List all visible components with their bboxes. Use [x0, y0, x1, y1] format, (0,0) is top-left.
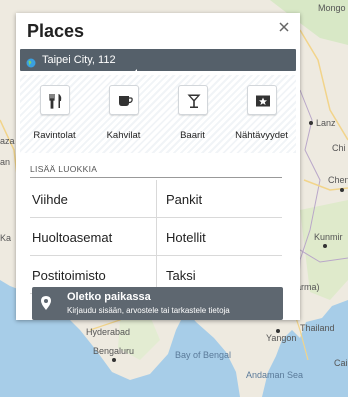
- banner-subtitle: Kirjaudu sisään, arvostele tai tarkastel…: [67, 306, 230, 315]
- more-categories-row: Huoltoasemat Hotellit: [30, 218, 282, 256]
- map-label: Thailand: [300, 323, 335, 333]
- map-label: an: [0, 157, 11, 167]
- map-label: Yangon: [266, 333, 297, 343]
- attractions-icon: [247, 85, 277, 115]
- page-title: Places: [27, 21, 85, 41]
- map-label: Lanz: [316, 118, 336, 128]
- city-dot: [276, 329, 280, 333]
- bar-icon: [178, 85, 208, 115]
- sign-in-banner[interactable]: Oletko paikassa Kirjaudu sisään, arvoste…: [32, 287, 283, 320]
- category-label: Baarit: [180, 130, 205, 141]
- map-label: Mongo: [318, 3, 346, 13]
- map-label: Andaman Sea: [246, 370, 304, 380]
- globe-icon: [26, 55, 36, 68]
- more-categories-header: LISÄÄ LUOKKIA: [30, 164, 282, 178]
- city-dot: [309, 121, 313, 125]
- map-label: Cai: [334, 358, 348, 368]
- places-panel: Places Taipei City, 112 Ravintolat Kahvi…: [16, 13, 300, 320]
- category-label: Nähtävyydet: [235, 130, 288, 141]
- city-dot: [340, 188, 344, 192]
- dropdown-corner-icon: [131, 62, 137, 75]
- panel-header: Places: [16, 13, 300, 43]
- map-label: Bay of Bengal: [175, 350, 232, 360]
- map-label: Hyderabad: [86, 327, 131, 337]
- cafe-icon: [109, 85, 139, 115]
- category-restaurants[interactable]: Ravintolat: [20, 75, 89, 153]
- category-label: Ravintolat: [33, 130, 76, 141]
- category-attractions[interactable]: Nähtävyydet: [227, 75, 296, 153]
- map-label: Kunmir: [314, 232, 343, 242]
- banner-title: Oletko paikassa: [67, 291, 151, 303]
- map-label: Chi: [332, 143, 346, 153]
- city-dot: [112, 358, 116, 362]
- category-bars[interactable]: Baarit: [158, 75, 227, 153]
- map-label: Chen: [328, 175, 348, 185]
- location-pin-icon: [41, 296, 51, 310]
- location-selector[interactable]: Taipei City, 112: [20, 49, 296, 75]
- category-hotels[interactable]: Hotellit: [156, 218, 282, 256]
- map-label: Ka: [0, 233, 12, 243]
- map-label: aza: [0, 136, 15, 146]
- category-banks[interactable]: Pankit: [156, 180, 282, 218]
- close-icon[interactable]: [276, 19, 292, 35]
- category-label: Kahvilat: [106, 130, 141, 141]
- category-cafes[interactable]: Kahvilat: [89, 75, 158, 153]
- location-label: Taipei City, 112: [42, 54, 116, 66]
- category-grid: Ravintolat Kahvilat Baarit Nähtävyydet: [20, 75, 296, 153]
- category-gas-stations[interactable]: Huoltoasemat: [30, 218, 156, 256]
- city-dot: [323, 244, 327, 248]
- category-entertainment[interactable]: Viihde: [30, 180, 156, 218]
- map-label: Bengaluru: [93, 346, 135, 356]
- restaurant-icon: [40, 85, 70, 115]
- more-categories-row: Viihde Pankit: [30, 180, 282, 218]
